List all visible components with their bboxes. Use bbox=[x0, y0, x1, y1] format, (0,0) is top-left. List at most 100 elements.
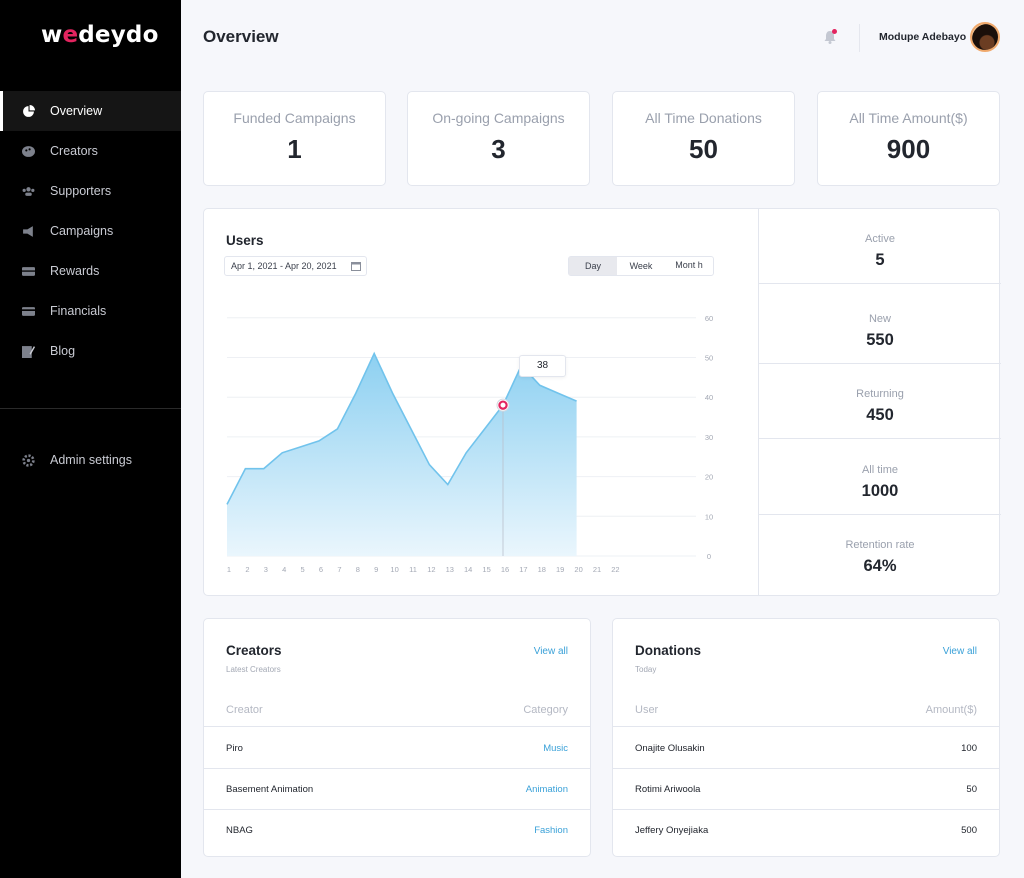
donations-view-all-link[interactable]: View all bbox=[943, 646, 977, 657]
table-row[interactable]: Onajite Olusakin 100 bbox=[613, 728, 999, 769]
gear-icon bbox=[22, 453, 35, 467]
user-name[interactable]: Modupe Adebayo bbox=[879, 31, 966, 43]
donation-amount: 50 bbox=[966, 784, 977, 795]
metric-label: New bbox=[868, 313, 891, 325]
metric-value: 450 bbox=[866, 406, 894, 424]
sidebar-item-overview[interactable]: Overview bbox=[0, 91, 181, 131]
x-tick-label: 22 bbox=[611, 565, 619, 574]
sidebar: wedeydo Overview Creators Supporters Cam… bbox=[0, 0, 181, 878]
donor-name: Jeffery Onyejiaka bbox=[635, 825, 709, 836]
creators-view-all-link[interactable]: View all bbox=[534, 646, 568, 657]
metric-retention-rate: Retention rate 64% bbox=[759, 515, 1001, 590]
metric-value: 64% bbox=[863, 557, 897, 575]
highlight-point bbox=[498, 400, 508, 410]
stat-value: 900 bbox=[886, 134, 931, 164]
x-tick-label: 1 bbox=[227, 565, 231, 574]
notification-dot bbox=[832, 29, 837, 34]
metric-value: 1000 bbox=[861, 482, 899, 500]
sidebar-item-rewards[interactable]: Rewards bbox=[0, 251, 181, 291]
column-header-creator: Creator bbox=[226, 704, 263, 716]
x-tick-label: 19 bbox=[556, 565, 564, 574]
sidebar-item-supporters[interactable]: Supporters bbox=[0, 171, 181, 211]
table-row[interactable]: Rotimi Ariwoola 50 bbox=[613, 769, 999, 810]
table-row[interactable]: Piro Music bbox=[204, 728, 590, 769]
users-panel: Users Apr 1, 2021 - Apr 20, 2021 Day Wee… bbox=[203, 208, 1001, 596]
sidebar-item-label: Overview bbox=[50, 104, 103, 118]
creator-category-link[interactable]: Animation bbox=[526, 784, 568, 795]
chart-tooltip: 38 bbox=[519, 355, 566, 377]
creator-category-link[interactable]: Fashion bbox=[534, 825, 568, 836]
column-header-amount: Amount($) bbox=[925, 704, 977, 716]
stat-label: On-going Campaigns bbox=[432, 110, 565, 126]
heart-icon: e bbox=[62, 22, 79, 48]
brand-logo[interactable]: wedeydo bbox=[41, 22, 159, 48]
donation-amount: 500 bbox=[961, 825, 977, 836]
metric-label: Active bbox=[865, 233, 895, 245]
donations-title: Donations bbox=[635, 643, 701, 658]
creators-title: Creators bbox=[226, 643, 282, 658]
table-row[interactable]: Basement Animation Animation bbox=[204, 769, 590, 810]
x-tick-label: 12 bbox=[427, 565, 435, 574]
stat-label: All Time Amount($) bbox=[849, 110, 968, 126]
x-tick-label: 13 bbox=[446, 565, 454, 574]
x-tick-label: 2 bbox=[245, 565, 249, 574]
stat-label: Funded Campaigns bbox=[233, 110, 356, 126]
sidebar-item-creators[interactable]: Creators bbox=[0, 131, 181, 171]
stat-card-all-time-amount: All Time Amount($) 900 bbox=[817, 91, 1000, 186]
metric-label: All time bbox=[861, 464, 899, 476]
y-tick-label: 50 bbox=[705, 354, 713, 363]
header-divider bbox=[859, 24, 860, 52]
sidebar-item-label: Admin settings bbox=[50, 453, 132, 467]
creators-card: Creators Latest Creators View all Creato… bbox=[203, 618, 591, 857]
x-tick-label: 20 bbox=[574, 565, 582, 574]
sidebar-item-label: Creators bbox=[50, 144, 98, 158]
stat-value: 1 bbox=[287, 134, 302, 164]
donation-amount: 100 bbox=[961, 743, 977, 754]
sidebar-item-label: Blog bbox=[50, 344, 76, 358]
table-row[interactable]: NBAG Fashion bbox=[204, 810, 590, 851]
x-tick-label: 15 bbox=[482, 565, 490, 574]
users-icon bbox=[22, 186, 35, 197]
y-tick-label: 30 bbox=[705, 433, 713, 442]
creator-category-link[interactable]: Music bbox=[543, 743, 568, 754]
x-tick-label: 6 bbox=[319, 565, 323, 574]
y-tick-label: 0 bbox=[707, 552, 711, 561]
table-row[interactable]: Jeffery Onyejiaka 500 bbox=[613, 810, 999, 851]
metric-label: Returning bbox=[856, 388, 904, 400]
table-header: User Amount($) bbox=[613, 692, 999, 727]
sidebar-item-label: Campaigns bbox=[50, 224, 114, 238]
x-tick-label: 10 bbox=[390, 565, 398, 574]
column-header-user: User bbox=[635, 704, 659, 716]
avatar[interactable] bbox=[970, 22, 1000, 52]
sidebar-item-campaigns[interactable]: Campaigns bbox=[0, 211, 181, 251]
page-title: Overview bbox=[203, 27, 279, 46]
column-header-category: Category bbox=[523, 704, 568, 716]
sidebar-item-label: Supporters bbox=[50, 184, 112, 198]
y-tick-label: 20 bbox=[705, 473, 713, 482]
gift-card-icon bbox=[22, 266, 35, 277]
donations-card: Donations Today View all User Amount($) … bbox=[612, 618, 1000, 857]
donor-name: Rotimi Ariwoola bbox=[635, 784, 701, 795]
creator-name: Piro bbox=[226, 743, 243, 754]
x-tick-label: 11 bbox=[409, 565, 417, 574]
sidebar-item-financials[interactable]: Financials bbox=[0, 291, 181, 331]
sidebar-item-blog[interactable]: Blog bbox=[0, 331, 181, 371]
stat-card-funded-campaigns: Funded Campaigns 1 bbox=[203, 91, 386, 186]
credit-card-icon bbox=[22, 306, 35, 317]
metric-value: 550 bbox=[866, 331, 894, 349]
sidebar-item-label: Rewards bbox=[50, 264, 100, 278]
stat-value: 3 bbox=[491, 134, 506, 164]
x-tick-label: 8 bbox=[356, 565, 360, 574]
x-tick-label: 3 bbox=[264, 565, 268, 574]
donations-subtitle: Today bbox=[635, 665, 657, 674]
stat-value: 50 bbox=[689, 134, 718, 164]
palette-icon bbox=[22, 145, 35, 157]
metric-active: Active 5 bbox=[759, 209, 1001, 284]
metric-all-time: All time 1000 bbox=[759, 440, 1001, 515]
x-tick-label: 17 bbox=[519, 565, 527, 574]
table-header: Creator Category bbox=[204, 692, 590, 727]
sidebar-item-label: Financials bbox=[50, 304, 107, 318]
stat-card-all-time-donations: All Time Donations 50 bbox=[612, 91, 795, 186]
sidebar-item-admin-settings[interactable]: Admin settings bbox=[0, 440, 181, 480]
creator-name: Basement Animation bbox=[226, 784, 314, 795]
